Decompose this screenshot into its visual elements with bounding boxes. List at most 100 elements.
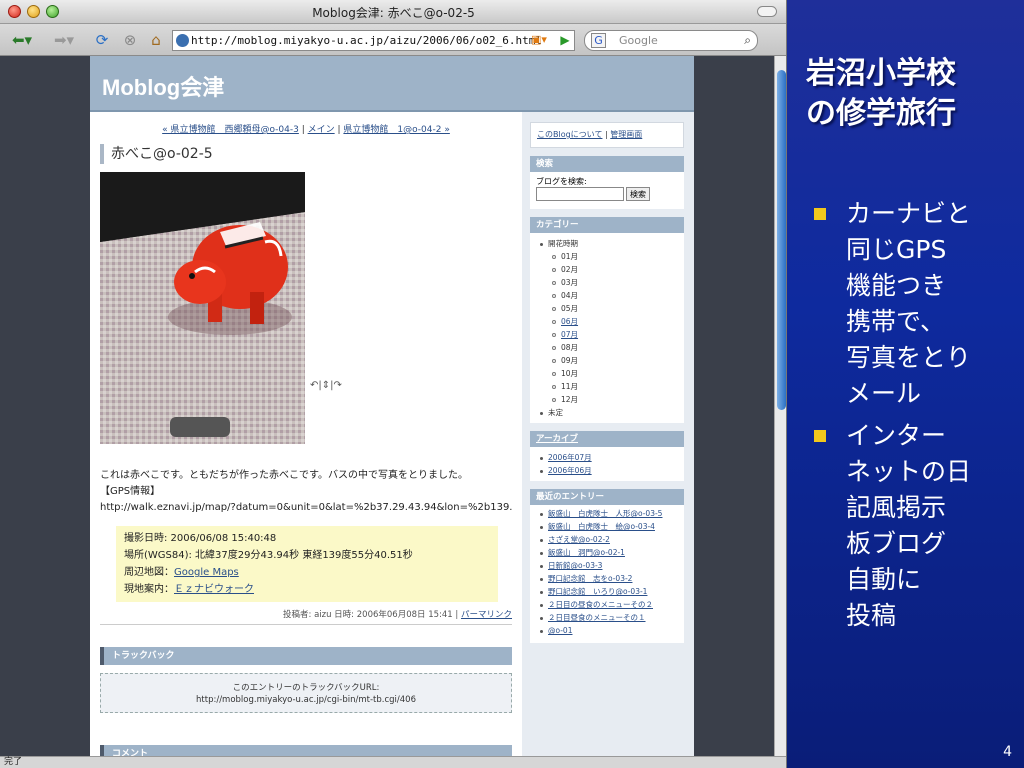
category-label: 10月 (561, 369, 579, 378)
recent-entry-item[interactable]: ２日目昼食のメニューその１ (540, 613, 678, 623)
recent-entry-item[interactable]: @o-01 (540, 626, 678, 636)
about-blog-link[interactable]: このBlogについて (537, 130, 602, 139)
category-item[interactable]: 08月 (540, 341, 678, 354)
recent-entry-item[interactable]: さざえ堂@o-02-2 (540, 535, 678, 545)
recent-entry-link[interactable]: 飯盛山 白虎隊士 絵@o-03-4 (548, 522, 655, 531)
gps-url[interactable]: http://walk.eznavi.jp/map/?datum=0&unit=… (100, 500, 512, 516)
recent-entry-item[interactable]: 飯盛山 白虎隊士 人形@o-03-5 (540, 509, 678, 519)
recent-entry-link[interactable]: 飯盛山 洞門@o-02-1 (548, 548, 625, 557)
recent-entry-link[interactable]: ２日目の昼食のメニューその２ (548, 600, 653, 609)
eznavi-walk-link[interactable]: Ｅｚナビウォーク (174, 584, 254, 595)
category-item[interactable]: 03月 (540, 276, 678, 289)
dot-bullet-icon (540, 564, 543, 568)
entry-photo[interactable] (100, 172, 305, 444)
recent-entry-item[interactable]: 野口記念館 志をo-03-2 (540, 574, 678, 584)
category-item[interactable]: 未定 (540, 406, 678, 419)
category-item[interactable]: 05月 (540, 302, 678, 315)
trackback-url[interactable]: http://moblog.miyakyo-u.ac.jp/cgi-bin/mt… (101, 694, 511, 706)
archive-item[interactable]: 2006年06月 (540, 464, 678, 477)
recent-entry-link[interactable]: 飯盛山 白虎隊士 人形@o-03-5 (548, 509, 662, 518)
home-icon[interactable]: ⌂ (146, 29, 166, 51)
entry-navigation: « 県立博物館 西郷頼母@o-04-3 | メイン | 県立博物館 1@o-04… (100, 122, 512, 135)
circle-bullet-icon (552, 346, 556, 350)
main-link[interactable]: メイン (308, 125, 335, 135)
search-icon[interactable]: ⌕ (744, 33, 751, 48)
permalink-link[interactable]: パーマリンク (461, 610, 512, 620)
recent-entry-item[interactable]: 飯盛山 白虎隊士 絵@o-03-4 (540, 522, 678, 532)
entry-title: 赤べこ@o-02-5 (100, 144, 512, 164)
category-item[interactable]: 開花時期 (540, 237, 678, 250)
search-box[interactable]: G Google ⌕ (584, 30, 758, 51)
category-label: 05月 (561, 304, 579, 313)
bullet-line: 携帯で、 (846, 307, 946, 336)
status-bar: 完了 (0, 756, 786, 768)
reload-icon[interactable]: ⟳ (92, 29, 112, 51)
bullet-line: カーナビと (846, 199, 972, 228)
recent-entry-link[interactable]: ２日目昼食のメニューその１ (548, 613, 646, 622)
blog-logo[interactable]: Moblog会津 (102, 70, 224, 102)
scrollbar-thumb[interactable] (777, 70, 786, 410)
circle-bullet-icon (552, 320, 556, 324)
bullet-square-icon (814, 430, 826, 442)
category-item[interactable]: 07月 (540, 328, 678, 341)
search-engine-icon[interactable]: G (591, 33, 606, 48)
archive-item[interactable]: 2006年07月 (540, 451, 678, 464)
category-item[interactable]: 06月 (540, 315, 678, 328)
category-item[interactable]: 04月 (540, 289, 678, 302)
akabeko-photo-image (100, 172, 305, 444)
stop-icon[interactable]: ⊗ (120, 29, 140, 51)
recent-entry-item[interactable]: 日新館@o-03-3 (540, 561, 678, 571)
category-item[interactable]: 10月 (540, 367, 678, 380)
bullet-line: メール (846, 379, 922, 408)
entry-main: « 県立博物館 西郷頼母@o-04-3 | メイン | 県立博物館 1@o-04… (100, 122, 512, 756)
bullet-blog-posting: インター ネットの日 記風掲示 板ブログ 自動に 投稿 (808, 418, 1008, 634)
gps-heading: 【GPS情報】 (100, 486, 161, 497)
rss-feed-icon[interactable]: ▣▾ (526, 29, 552, 51)
recent-entry-item[interactable]: 野口記念館 いろり@o-03-1 (540, 587, 678, 597)
category-item[interactable]: 09月 (540, 354, 678, 367)
toolbar-toggle-button[interactable] (757, 6, 777, 17)
admin-link[interactable]: 管理画面 (610, 130, 642, 139)
category-item[interactable]: 11月 (540, 380, 678, 393)
category-item[interactable]: 01月 (540, 250, 678, 263)
search-placeholder: Google (619, 34, 658, 47)
category-label: 11月 (561, 382, 579, 391)
archive-link[interactable]: 2006年06月 (548, 466, 592, 475)
bullet-line: 写真をとり (846, 343, 972, 372)
recent-entry-item[interactable]: ２日目の昼食のメニューその２ (540, 600, 678, 610)
go-button[interactable]: ▶ (556, 29, 574, 51)
dot-bullet-icon (540, 242, 543, 246)
recent-entry-link[interactable]: さざえ堂@o-02-2 (548, 535, 610, 544)
prev-entry-link[interactable]: « 県立博物館 西郷頼母@o-04-3 (162, 125, 299, 135)
category-item[interactable]: 02月 (540, 263, 678, 276)
rotate-controls[interactable]: ↶|⇕|↷ (310, 380, 342, 391)
bullet-line: 機能つき (846, 271, 947, 300)
bullet-line: 記風掲示 (846, 493, 947, 522)
recent-entry-link[interactable]: 日新館@o-03-3 (548, 561, 602, 570)
archive-link[interactable]: 2006年07月 (548, 453, 592, 462)
recent-entry-link[interactable]: 野口記念館 志をo-03-2 (548, 574, 632, 583)
nearby-map-label: 周辺地図： (124, 567, 174, 578)
vertical-scrollbar[interactable] (774, 56, 786, 756)
slide-title: 岩沼小学校 の修学旅行 (806, 54, 956, 134)
category-label: 02月 (561, 265, 579, 274)
category-label: 12月 (561, 395, 579, 404)
circle-bullet-icon (552, 372, 556, 376)
blog-search-input[interactable] (536, 187, 624, 201)
blog-search-button[interactable]: 検索 (626, 187, 650, 201)
recent-entry-link[interactable]: 野口記念館 いろり@o-03-1 (548, 587, 647, 596)
forward-button[interactable]: ➡▾ (50, 29, 78, 51)
bullet-square-icon (814, 208, 826, 220)
category-item[interactable]: 12月 (540, 393, 678, 406)
site-globe-icon (176, 34, 189, 47)
category-label: 07月 (561, 330, 579, 339)
recent-entry-link[interactable]: @o-01 (548, 626, 572, 635)
recent-entry-item[interactable]: 飯盛山 洞門@o-02-1 (540, 548, 678, 558)
address-bar[interactable]: http://moblog.miyakyo-u.ac.jp/aizu/2006/… (172, 30, 575, 51)
bullet-line: 自動に (846, 565, 922, 594)
google-maps-link[interactable]: Google Maps (174, 567, 239, 578)
back-button[interactable]: ⬅▾ (8, 29, 36, 51)
next-entry-link[interactable]: 県立博物館 1@o-04-2 » (343, 125, 449, 135)
archive-section-header[interactable]: アーカイブ (530, 431, 684, 447)
category-label: 06月 (561, 317, 579, 326)
